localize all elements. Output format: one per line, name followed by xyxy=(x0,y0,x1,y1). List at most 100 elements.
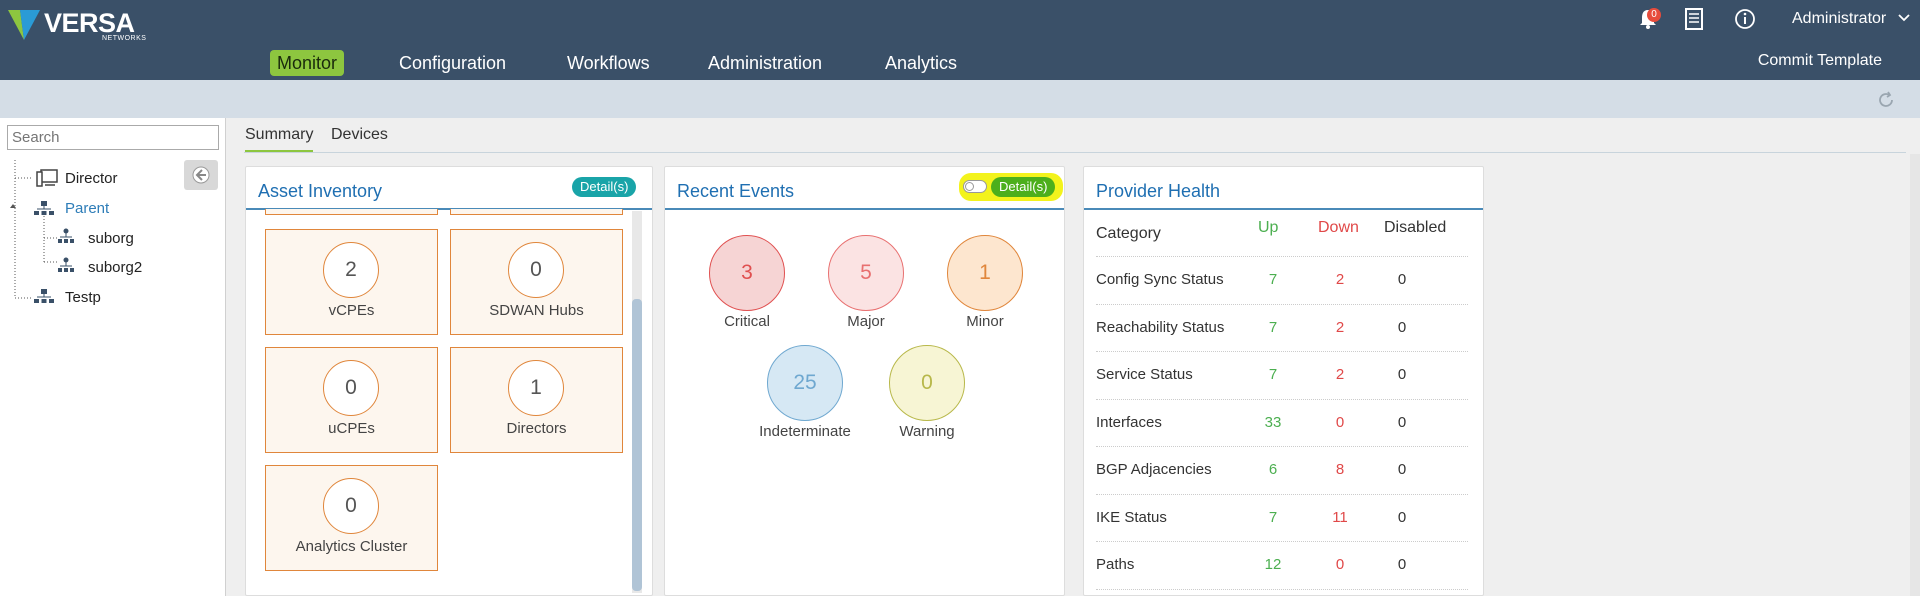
nav-administration[interactable]: Administration xyxy=(708,50,822,76)
asset-count: 0 xyxy=(323,478,379,534)
provider-health-card: Provider Health Category Up Down Disable… xyxy=(1083,166,1484,596)
provider-health-title: Provider Health xyxy=(1096,181,1221,201)
row-up[interactable]: 12 xyxy=(1258,556,1288,573)
task-list-icon[interactable] xyxy=(1684,8,1704,30)
asset-tile-ucpes[interactable]: 0 uCPEs xyxy=(265,347,438,453)
row-disabled[interactable]: 0 xyxy=(1387,556,1417,573)
page-scrollbar[interactable] xyxy=(1910,154,1920,596)
row-category: IKE Status xyxy=(1096,508,1167,526)
logo-subtext: NETWORKS xyxy=(102,35,147,42)
event-count-indeterminate[interactable]: 25 xyxy=(767,345,843,421)
row-up[interactable]: 7 xyxy=(1258,366,1288,383)
table-row: Interfaces 33 0 0 xyxy=(1096,400,1468,447)
tree-item-parent[interactable]: Parent xyxy=(65,200,109,217)
nav-analytics[interactable]: Analytics xyxy=(885,50,957,76)
row-down[interactable]: 2 xyxy=(1325,319,1355,336)
nav-monitor[interactable]: Monitor xyxy=(270,50,345,76)
scrollbar-thumb[interactable] xyxy=(632,299,642,591)
row-disabled[interactable]: 0 xyxy=(1387,319,1417,336)
row-down[interactable]: 8 xyxy=(1325,461,1355,478)
event-count-warning[interactable]: 0 xyxy=(889,345,965,421)
toggle-switch[interactable] xyxy=(963,180,987,193)
asset-scrollbar[interactable] xyxy=(632,211,642,593)
asset-tile-directors[interactable]: 1 Directors xyxy=(450,347,623,453)
event-count-critical[interactable]: 3 xyxy=(709,235,785,311)
asset-tile-analytics-cluster[interactable]: 0 Analytics Cluster xyxy=(265,465,438,571)
collapse-sidebar-button[interactable] xyxy=(184,160,218,190)
row-category: Paths xyxy=(1096,556,1135,573)
asset-details-button[interactable]: Detail(s) xyxy=(572,177,637,197)
nav-configuration[interactable]: Configuration xyxy=(399,50,506,76)
refresh-icon[interactable] xyxy=(1876,90,1896,110)
row-up[interactable]: 7 xyxy=(1258,319,1288,336)
row-category: Reachability Status xyxy=(1096,318,1225,336)
asset-label: uCPEs xyxy=(328,420,375,437)
versa-logo-icon xyxy=(8,10,40,40)
recent-events-card: Recent Events Detail(s) 3 Critical 5 Major 1… xyxy=(664,166,1065,596)
table-row: Paths 12 0 0 xyxy=(1096,542,1468,590)
card-rule xyxy=(665,208,1064,210)
row-up[interactable]: 6 xyxy=(1258,461,1288,478)
asset-tile-partial xyxy=(265,209,438,215)
row-category: BGP Adjacencies xyxy=(1096,461,1212,478)
row-down[interactable]: 0 xyxy=(1325,556,1355,573)
event-count-major[interactable]: 5 xyxy=(828,235,904,311)
row-disabled[interactable]: 0 xyxy=(1387,509,1417,526)
org-tree-sidebar: Director Parent suborg suborg2 Testp xyxy=(0,118,226,596)
header-category: Category xyxy=(1096,225,1161,242)
row-down[interactable]: 0 xyxy=(1325,414,1355,431)
table-row: IKE Status 7 11 0 xyxy=(1096,495,1468,542)
row-up[interactable]: 7 xyxy=(1258,509,1288,526)
nav-workflows[interactable]: Workflows xyxy=(567,50,650,76)
asset-label: SDWAN Hubs xyxy=(489,302,584,319)
search-input[interactable] xyxy=(7,125,219,150)
org-icon xyxy=(34,289,54,303)
asset-tile-sdwan-hubs[interactable]: 0 SDWAN Hubs xyxy=(450,229,623,335)
asset-label: Directors xyxy=(506,420,567,437)
event-count-minor[interactable]: 1 xyxy=(947,235,1023,311)
event-label: Critical xyxy=(724,313,770,330)
tab-devices[interactable]: Devices xyxy=(331,126,388,150)
asset-label: Analytics Cluster xyxy=(295,538,408,555)
row-disabled[interactable]: 0 xyxy=(1387,366,1417,383)
events-details-button[interactable]: Detail(s) xyxy=(991,177,1056,197)
table-row: BGP Adjacencies 6 8 0 xyxy=(1096,447,1468,495)
recent-events-title: Recent Events xyxy=(677,181,795,201)
user-menu[interactable]: Administrator xyxy=(1792,10,1911,28)
row-disabled[interactable]: 0 xyxy=(1387,461,1417,478)
event-label: Warning xyxy=(899,423,955,440)
user-name: Administrator xyxy=(1792,10,1887,27)
row-up[interactable]: 33 xyxy=(1258,414,1288,431)
asset-count: 0 xyxy=(323,360,379,416)
tree-item-suborg[interactable]: suborg xyxy=(88,230,134,247)
asset-inventory-card: Asset Inventory Detail(s) 2 vCPEs 0 SDWA… xyxy=(245,166,653,596)
sub-org-icon xyxy=(58,257,74,272)
row-disabled[interactable]: 0 xyxy=(1387,414,1417,431)
tree-item-director[interactable]: Director xyxy=(65,170,118,187)
versa-logo[interactable]: VERSA NETWORKS xyxy=(6,6,146,46)
row-down[interactable]: 2 xyxy=(1325,271,1355,288)
org-icon xyxy=(34,201,54,215)
event-label: Minor xyxy=(966,313,1004,330)
table-row: Reachability Status 7 2 0 xyxy=(1096,305,1468,352)
row-disabled[interactable]: 0 xyxy=(1387,271,1417,288)
tab-divider xyxy=(244,152,1906,153)
tree-item-testp[interactable]: Testp xyxy=(65,289,101,306)
chevron-down-icon xyxy=(1898,14,1910,22)
info-icon[interactable] xyxy=(1734,8,1756,30)
arrow-left-icon xyxy=(192,166,210,184)
row-category: Config Sync Status xyxy=(1096,271,1224,288)
row-down[interactable]: 11 xyxy=(1325,509,1355,526)
asset-count: 0 xyxy=(508,242,564,298)
event-label: Indeterminate xyxy=(759,423,851,440)
asset-count: 1 xyxy=(508,360,564,416)
row-down[interactable]: 2 xyxy=(1325,366,1355,383)
asset-label: vCPEs xyxy=(328,302,375,319)
asset-tile-vcpes[interactable]: 2 vCPEs xyxy=(265,229,438,335)
main-content: Summary Devices Asset Inventory Detail(s… xyxy=(226,118,1920,596)
commit-template-button[interactable]: Commit Template xyxy=(1758,52,1882,70)
row-category: Service Status xyxy=(1096,366,1193,383)
row-up[interactable]: 7 xyxy=(1258,271,1288,288)
tab-summary[interactable]: Summary xyxy=(245,126,314,152)
tree-item-suborg2[interactable]: suborg2 xyxy=(88,259,142,276)
